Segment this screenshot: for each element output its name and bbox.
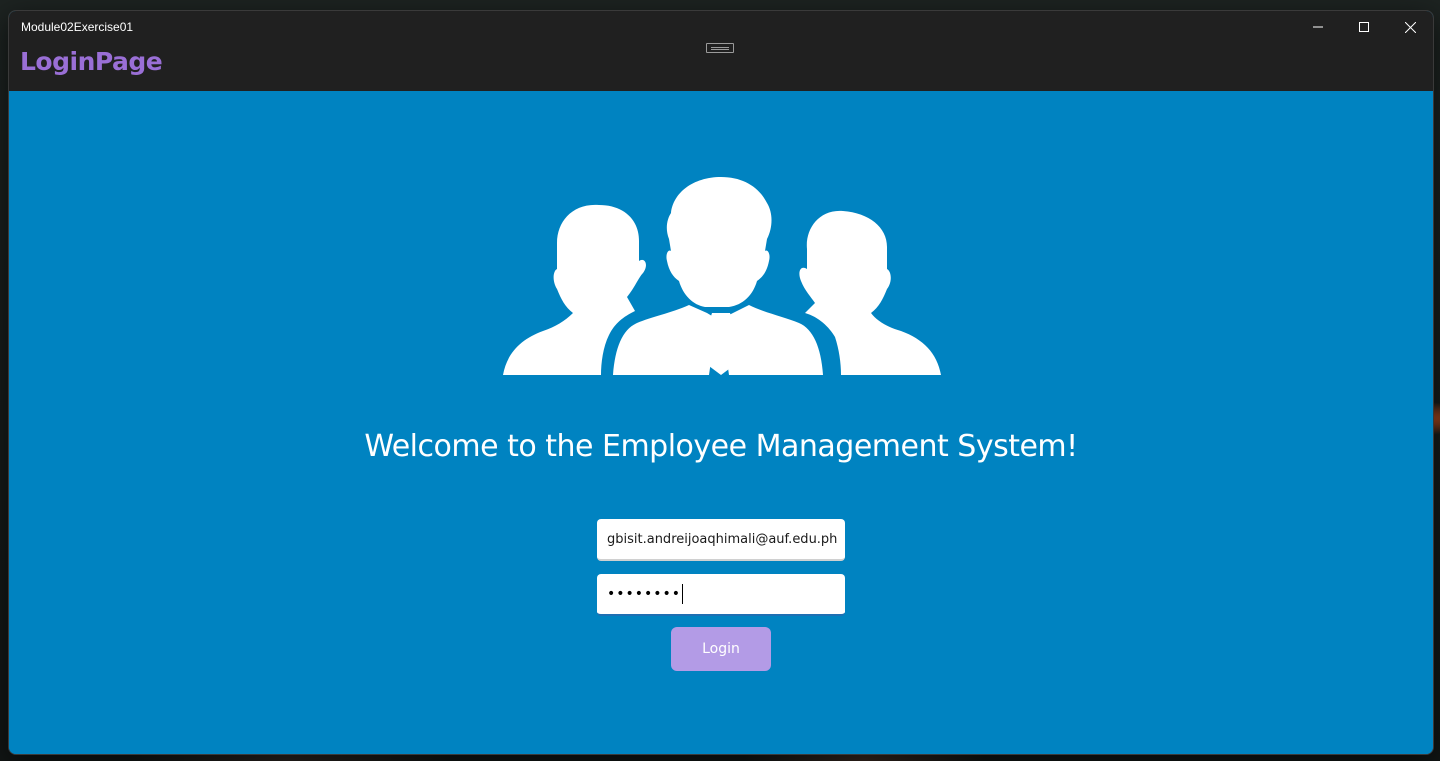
maximize-icon (1359, 22, 1369, 32)
login-content: Welcome to the Employee Management Syste… (9, 91, 1433, 754)
minimize-icon (1313, 26, 1323, 28)
email-field[interactable]: gbisit.andreijoaqhimali@auf.edu.ph (597, 519, 845, 561)
close-button[interactable] (1387, 11, 1433, 43)
welcome-heading: Welcome to the Employee Management Syste… (364, 429, 1078, 464)
minimize-button[interactable] (1295, 11, 1341, 43)
drag-handle-icon[interactable] (706, 43, 734, 53)
window-title: Module02Exercise01 (21, 20, 134, 34)
text-caret (682, 584, 684, 604)
password-field[interactable]: •••••••• (597, 574, 845, 616)
page-title: LoginPage (20, 47, 163, 76)
password-field-value: •••••••• (607, 586, 682, 602)
app-window: Module02Exercise01 LoginPage Welcome to … (8, 10, 1434, 755)
email-field-value: gbisit.andreijoaqhimali@auf.edu.ph (607, 531, 838, 547)
close-icon (1404, 21, 1416, 33)
team-people-icon (503, 177, 941, 375)
login-button[interactable]: Login (671, 627, 771, 671)
title-bar[interactable]: Module02Exercise01 LoginPage (9, 11, 1433, 91)
maximize-button[interactable] (1341, 11, 1387, 43)
